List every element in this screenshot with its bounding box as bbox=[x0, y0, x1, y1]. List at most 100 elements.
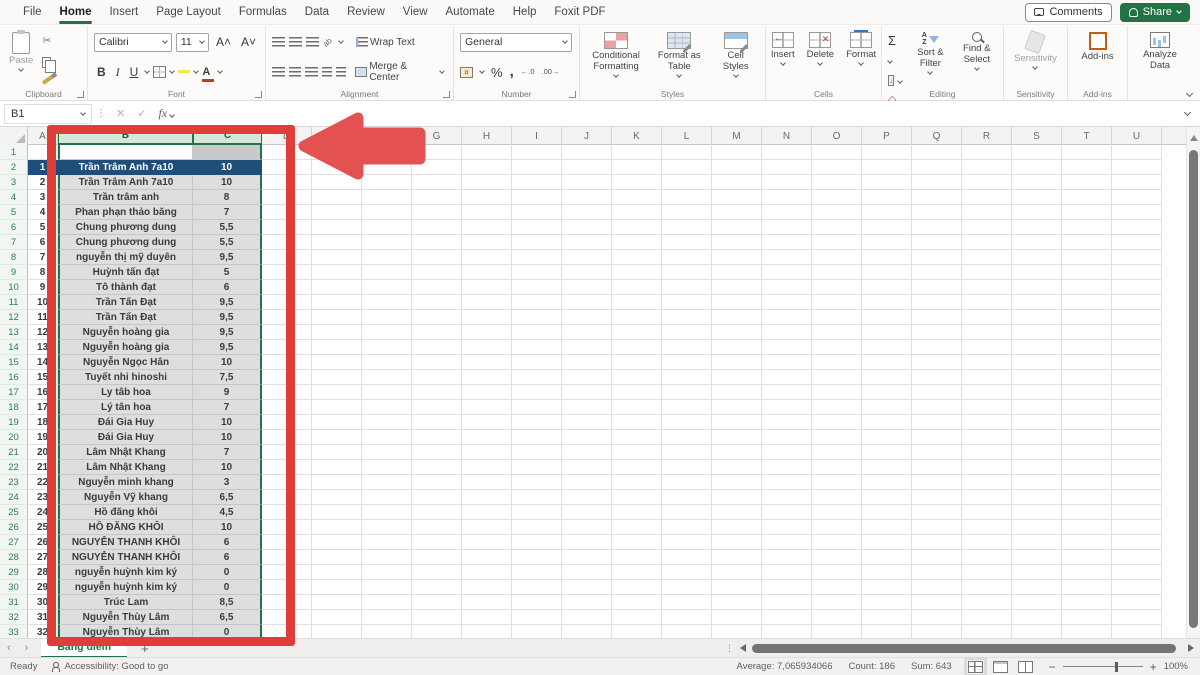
column-header-E[interactable]: E bbox=[312, 127, 362, 145]
cell-Q15[interactable] bbox=[912, 355, 962, 370]
cell-G2[interactable] bbox=[412, 160, 462, 175]
cell-M24[interactable] bbox=[712, 490, 762, 505]
cell-R5[interactable] bbox=[962, 205, 1012, 220]
cell-F4[interactable] bbox=[362, 190, 412, 205]
cell-I13[interactable] bbox=[512, 325, 562, 340]
cell-J14[interactable] bbox=[562, 340, 612, 355]
cell-G20[interactable] bbox=[412, 430, 462, 445]
cell-M16[interactable] bbox=[712, 370, 762, 385]
cell-F20[interactable] bbox=[362, 430, 412, 445]
cell-U14[interactable] bbox=[1112, 340, 1162, 355]
cell-T7[interactable] bbox=[1062, 235, 1112, 250]
cell-P20[interactable] bbox=[862, 430, 912, 445]
cell-B3[interactable]: Trần Trâm Anh 7a10 bbox=[58, 175, 193, 190]
cell-D7[interactable] bbox=[262, 235, 312, 250]
addins-button[interactable]: Add-ins bbox=[1078, 30, 1116, 86]
cell-J17[interactable] bbox=[562, 385, 612, 400]
cell-D12[interactable] bbox=[262, 310, 312, 325]
cell-O14[interactable] bbox=[812, 340, 862, 355]
cell-I33[interactable] bbox=[512, 625, 562, 638]
cell-D4[interactable] bbox=[262, 190, 312, 205]
cell-I10[interactable] bbox=[512, 280, 562, 295]
cell-S32[interactable] bbox=[1012, 610, 1062, 625]
cell-R19[interactable] bbox=[962, 415, 1012, 430]
cell-A3[interactable]: 2 bbox=[28, 175, 58, 190]
cell-Q7[interactable] bbox=[912, 235, 962, 250]
column-header-L[interactable]: L bbox=[662, 127, 712, 145]
cell-H19[interactable] bbox=[462, 415, 512, 430]
cell-J18[interactable] bbox=[562, 400, 612, 415]
cell-B8[interactable]: nguyễn thị mỹ duyên bbox=[58, 250, 193, 265]
cell-C18[interactable]: 7 bbox=[193, 400, 262, 415]
cell-T14[interactable] bbox=[1062, 340, 1112, 355]
row-header-30[interactable]: 30 bbox=[0, 580, 28, 595]
increase-font-icon[interactable]: A˄ bbox=[213, 35, 234, 49]
cell-A12[interactable]: 11 bbox=[28, 310, 58, 325]
cell-K29[interactable] bbox=[612, 565, 662, 580]
decrease-indent-icon[interactable] bbox=[322, 67, 332, 77]
cell-I29[interactable] bbox=[512, 565, 562, 580]
cell-B14[interactable]: Nguyễn hoàng gia bbox=[58, 340, 193, 355]
cell-E21[interactable] bbox=[312, 445, 362, 460]
cell-J4[interactable] bbox=[562, 190, 612, 205]
column-header-A[interactable]: A bbox=[28, 127, 58, 145]
cell-B33[interactable]: Nguyễn Thùy Lâm bbox=[58, 625, 193, 638]
cell-C9[interactable]: 5 bbox=[193, 265, 262, 280]
cell-J8[interactable] bbox=[562, 250, 612, 265]
cell-O33[interactable] bbox=[812, 625, 862, 638]
cell-C6[interactable]: 5,5 bbox=[193, 220, 262, 235]
cell-K6[interactable] bbox=[612, 220, 662, 235]
cell-F18[interactable] bbox=[362, 400, 412, 415]
column-header-T[interactable]: T bbox=[1062, 127, 1112, 145]
vertical-scroll-thumb[interactable] bbox=[1189, 150, 1198, 628]
cell-K32[interactable] bbox=[612, 610, 662, 625]
cell-A16[interactable]: 15 bbox=[28, 370, 58, 385]
cell-P18[interactable] bbox=[862, 400, 912, 415]
cell-T29[interactable] bbox=[1062, 565, 1112, 580]
cell-Q12[interactable] bbox=[912, 310, 962, 325]
column-header-I[interactable]: I bbox=[512, 127, 562, 145]
accessibility-status[interactable]: Accessibility: Good to go bbox=[51, 661, 168, 672]
tab-insert[interactable]: Insert bbox=[100, 1, 147, 24]
cell-H27[interactable] bbox=[462, 535, 512, 550]
cell-G7[interactable] bbox=[412, 235, 462, 250]
cell-B19[interactable]: Đái Gia Huy bbox=[58, 415, 193, 430]
cell-Q32[interactable] bbox=[912, 610, 962, 625]
cell-F31[interactable] bbox=[362, 595, 412, 610]
comma-style-button[interactable]: , bbox=[510, 68, 514, 76]
zoom-slider[interactable] bbox=[1063, 666, 1143, 668]
select-all-corner[interactable] bbox=[0, 127, 28, 145]
cell-P3[interactable] bbox=[862, 175, 912, 190]
cell-G29[interactable] bbox=[412, 565, 462, 580]
align-left-icon[interactable] bbox=[272, 67, 285, 77]
cell-F25[interactable] bbox=[362, 505, 412, 520]
cell-G13[interactable] bbox=[412, 325, 462, 340]
cell-B6[interactable]: Chung phương dung bbox=[58, 220, 193, 235]
comments-button[interactable]: Comments bbox=[1025, 3, 1111, 22]
cell-I31[interactable] bbox=[512, 595, 562, 610]
cell-K16[interactable] bbox=[612, 370, 662, 385]
tab-data[interactable]: Data bbox=[296, 1, 338, 24]
cell-G22[interactable] bbox=[412, 460, 462, 475]
cell-L6[interactable] bbox=[662, 220, 712, 235]
cell-R4[interactable] bbox=[962, 190, 1012, 205]
cell-P24[interactable] bbox=[862, 490, 912, 505]
cell-K27[interactable] bbox=[612, 535, 662, 550]
cell-T8[interactable] bbox=[1062, 250, 1112, 265]
cell-K7[interactable] bbox=[612, 235, 662, 250]
cell-D14[interactable] bbox=[262, 340, 312, 355]
cell-P17[interactable] bbox=[862, 385, 912, 400]
cell-C26[interactable]: 10 bbox=[193, 520, 262, 535]
cell-F27[interactable] bbox=[362, 535, 412, 550]
cell-G11[interactable] bbox=[412, 295, 462, 310]
cell-S15[interactable] bbox=[1012, 355, 1062, 370]
cell-I14[interactable] bbox=[512, 340, 562, 355]
cell-D16[interactable] bbox=[262, 370, 312, 385]
row-header-3[interactable]: 3 bbox=[0, 175, 28, 190]
scroll-right-icon[interactable] bbox=[1188, 644, 1194, 652]
cell-J23[interactable] bbox=[562, 475, 612, 490]
row-header-15[interactable]: 15 bbox=[0, 355, 28, 370]
format-cells-button[interactable]: Format bbox=[843, 30, 879, 86]
cell-D5[interactable] bbox=[262, 205, 312, 220]
cell-P15[interactable] bbox=[862, 355, 912, 370]
